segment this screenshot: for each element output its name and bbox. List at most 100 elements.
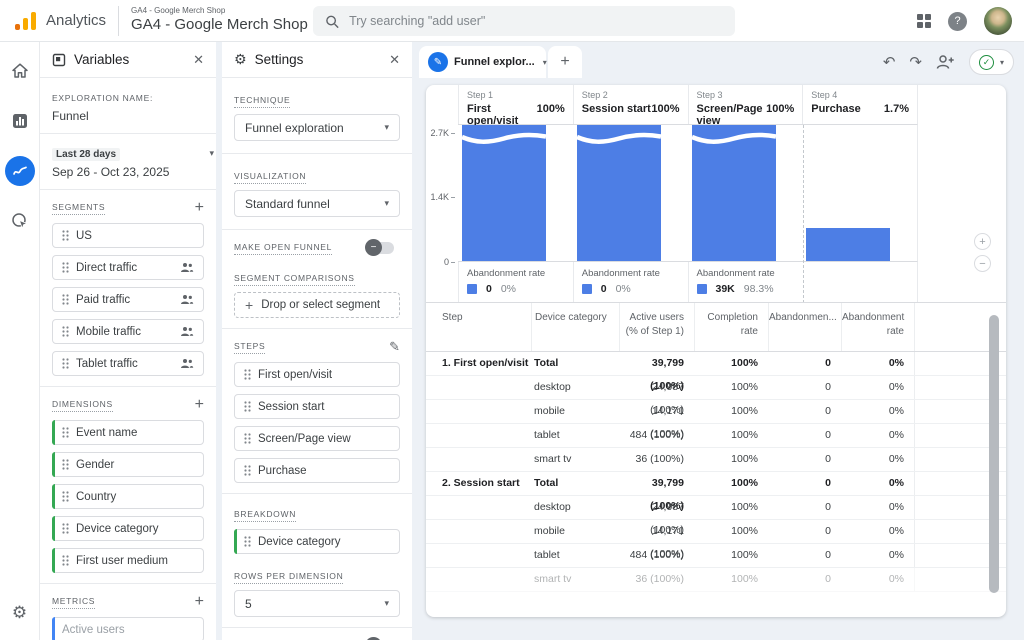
cell-device-category: mobile [531, 520, 619, 543]
dimension-chip[interactable]: Device category [52, 516, 204, 541]
top-app-bar: Analytics GA4 - Google Merch Shop GA4 - … [0, 0, 1024, 42]
segment-chip[interactable]: US [52, 223, 204, 248]
make-open-funnel-toggle[interactable]: − [366, 242, 394, 254]
cell-step [426, 376, 531, 399]
cell-abandonment-rate: 0% [841, 352, 914, 375]
add-tab-button[interactable]: + [548, 46, 582, 78]
segment-chip[interactable]: Mobile traffic [52, 319, 204, 344]
drag-handle-icon[interactable] [62, 523, 69, 534]
property-name: GA4 - Google Merch Shop [131, 16, 308, 35]
drag-handle-icon[interactable] [244, 536, 251, 547]
nav-reports-icon[interactable] [5, 106, 35, 136]
drag-handle-icon[interactable] [62, 326, 69, 337]
funnel-step-chip[interactable]: First open/visit [234, 362, 400, 387]
table-scrollbar-thumb[interactable] [989, 315, 999, 593]
dimension-chip[interactable]: Gender [52, 452, 204, 477]
segment-chip[interactable]: Tablet traffic [52, 351, 204, 376]
cell-active-users: 36 (100%) [619, 568, 694, 591]
technique-section: TECHNIQUE Funnel exploration ▾ [222, 78, 412, 154]
visualization-select[interactable]: Standard funnel ▾ [234, 190, 400, 217]
technique-select[interactable]: Funnel exploration ▾ [234, 114, 400, 141]
date-range-selector[interactable]: Last 28 days Sep 26 - Oct 23, 2025 ▾ [40, 134, 216, 190]
segment-chip[interactable]: Paid traffic [52, 287, 204, 312]
drag-handle-icon[interactable] [62, 459, 69, 470]
segment-chip-label: Tablet traffic [76, 358, 138, 370]
dimension-chip[interactable]: Event name [52, 420, 204, 445]
cell-completion-rate: 100% [694, 568, 768, 591]
step-completion-rate: 100% [651, 103, 679, 115]
funnel-step-headers: Step 1 First open/visit 100% Step 2 Sess… [458, 85, 918, 125]
close-settings-icon[interactable]: ✕ [389, 52, 400, 68]
search-input[interactable] [349, 14, 723, 28]
drop-segment-target[interactable]: + Drop or select segment [234, 292, 400, 318]
rows-per-dimension-select[interactable]: 5 ▾ [234, 590, 400, 617]
drag-handle-icon[interactable] [62, 262, 69, 273]
exploration-name-value[interactable]: Funnel [52, 109, 204, 123]
nav-admin-gear-icon[interactable]: ⚙ [5, 598, 35, 628]
chevron-down-icon[interactable]: ▾ [543, 58, 547, 67]
funnel-bar-column [458, 125, 573, 261]
funnel-step-header: Step 3 Screen/Page view 100% [688, 85, 803, 124]
close-variables-icon[interactable]: ✕ [193, 52, 204, 68]
property-switcher[interactable]: GA4 - Google Merch Shop GA4 - Google Mer… [131, 6, 308, 35]
cell-device-category: desktop [531, 376, 619, 399]
breakdown-chip[interactable]: Device category [234, 529, 400, 554]
metrics-section: METRICS + Active users Event count [40, 584, 216, 640]
drag-handle-icon[interactable] [244, 433, 251, 444]
share-add-user-icon[interactable] [936, 54, 955, 70]
drag-handle-icon[interactable] [62, 294, 69, 305]
breakdown-section: BREAKDOWN Device category ROWS PER DIMEN… [222, 494, 412, 628]
funnel-step-chip[interactable]: Purchase [234, 458, 400, 483]
abandonment-rate: 0% [501, 283, 516, 295]
visualization-section: VISUALIZATION Standard funnel ▾ [222, 154, 412, 230]
edit-steps-icon[interactable]: ✎ [389, 339, 400, 355]
metric-chip[interactable]: Active users [52, 617, 204, 640]
cell-completion-rate: 100% [694, 352, 768, 375]
funnel-bar[interactable] [462, 125, 546, 261]
drag-handle-icon[interactable] [244, 401, 251, 412]
table-row: mobile 14,171 (100%) 100% 0 0% [426, 520, 1006, 544]
analytics-logo[interactable]: Analytics [0, 11, 106, 31]
account-label: GA4 - Google Merch Shop [131, 6, 308, 16]
cell-device-category: smart tv [531, 568, 619, 591]
table-row: smart tv 36 (100%) 100% 0 0% [426, 568, 1006, 592]
cell-device-category: Total [531, 352, 619, 375]
zoom-out-icon[interactable]: − [974, 255, 991, 272]
help-icon[interactable]: ? [948, 12, 967, 31]
funnel-bar[interactable] [577, 125, 661, 261]
drag-handle-icon[interactable] [244, 465, 251, 476]
segment-chip[interactable]: Direct traffic [52, 255, 204, 280]
funnel-bar[interactable] [806, 228, 890, 261]
drag-handle-icon[interactable] [244, 369, 251, 380]
legend-square-icon [467, 284, 477, 294]
nav-explore-icon[interactable] [5, 156, 35, 186]
nav-home-icon[interactable] [5, 56, 35, 86]
undo-icon[interactable]: ↶ [883, 55, 896, 70]
funnel-step-chip[interactable]: Screen/Page view [234, 426, 400, 451]
breakdown-label: BREAKDOWN [234, 509, 296, 522]
avatar[interactable] [984, 7, 1012, 35]
saved-status-button[interactable]: ✓ ▾ [969, 49, 1014, 75]
redo-icon[interactable]: ↷ [909, 55, 922, 70]
drag-handle-icon[interactable] [62, 427, 69, 438]
cell-active-users: 14,171 (100%) [619, 520, 694, 543]
tab-funnel-exploration[interactable]: ✎ Funnel explor... ▾ [419, 46, 546, 78]
zoom-in-icon[interactable]: + [974, 233, 991, 250]
drag-handle-icon[interactable] [62, 491, 69, 502]
add-metric-icon[interactable]: + [195, 594, 204, 610]
drag-handle-icon[interactable] [62, 358, 69, 369]
drag-handle-icon[interactable] [62, 230, 69, 241]
nav-advertising-icon[interactable] [5, 206, 35, 236]
cell-device-category: desktop [531, 496, 619, 519]
funnel-bar[interactable] [692, 125, 776, 261]
dimension-chip[interactable]: Country [52, 484, 204, 509]
abandonment-cell [802, 262, 917, 303]
add-dimension-icon[interactable]: + [195, 397, 204, 413]
dimension-chip[interactable]: First user medium [52, 548, 204, 573]
global-search[interactable] [313, 6, 735, 36]
drag-handle-icon[interactable] [62, 555, 69, 566]
add-segment-icon[interactable]: + [195, 200, 204, 216]
apps-grid-icon[interactable] [917, 14, 931, 28]
funnel-step-chip[interactable]: Session start [234, 394, 400, 419]
table-row: tablet 484 (100%) 100% 0 0% [426, 424, 1006, 448]
